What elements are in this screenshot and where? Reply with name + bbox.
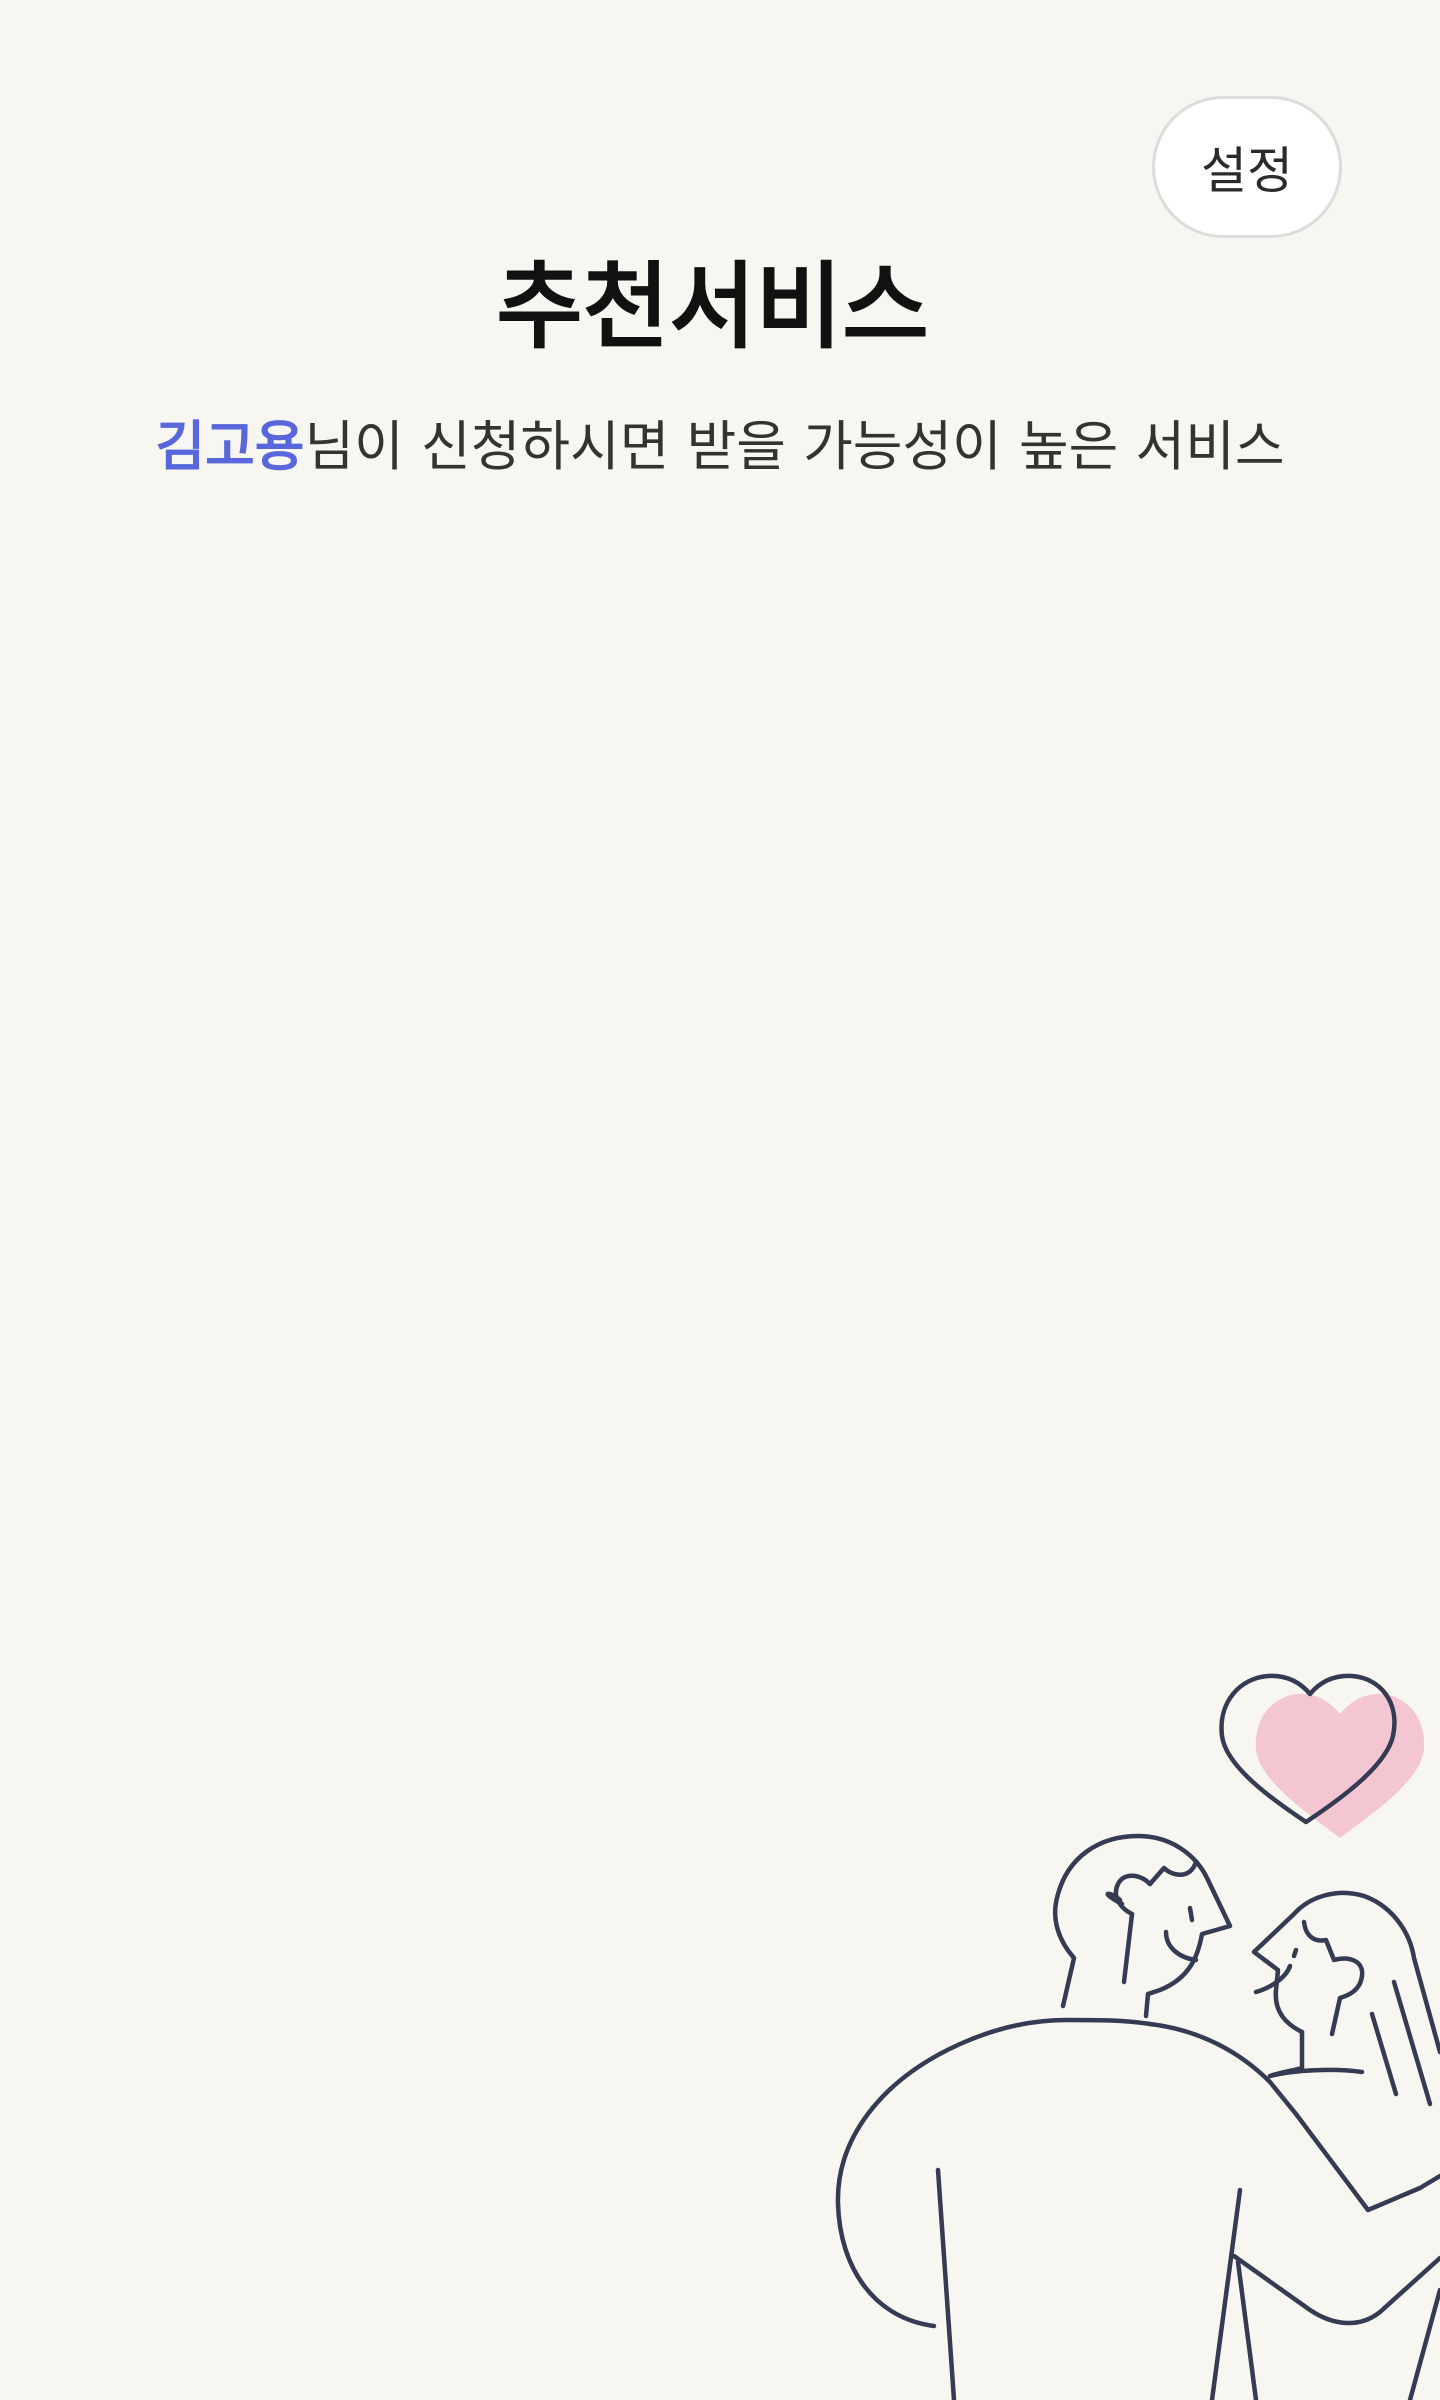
page-subtitle: 김고용님이 신청하시면 받을 가능성이 높은 서비스 <box>0 412 1440 482</box>
subtitle-text: 님이 신청하시면 받을 가능성이 높은 서비스 <box>304 415 1285 478</box>
page-title: 추천서비스 <box>496 253 929 362</box>
couple-heart-illustration <box>835 1673 1440 2400</box>
user-name: 김고용 <box>155 415 305 478</box>
settings-button[interactable]: 설정 <box>1152 96 1342 238</box>
